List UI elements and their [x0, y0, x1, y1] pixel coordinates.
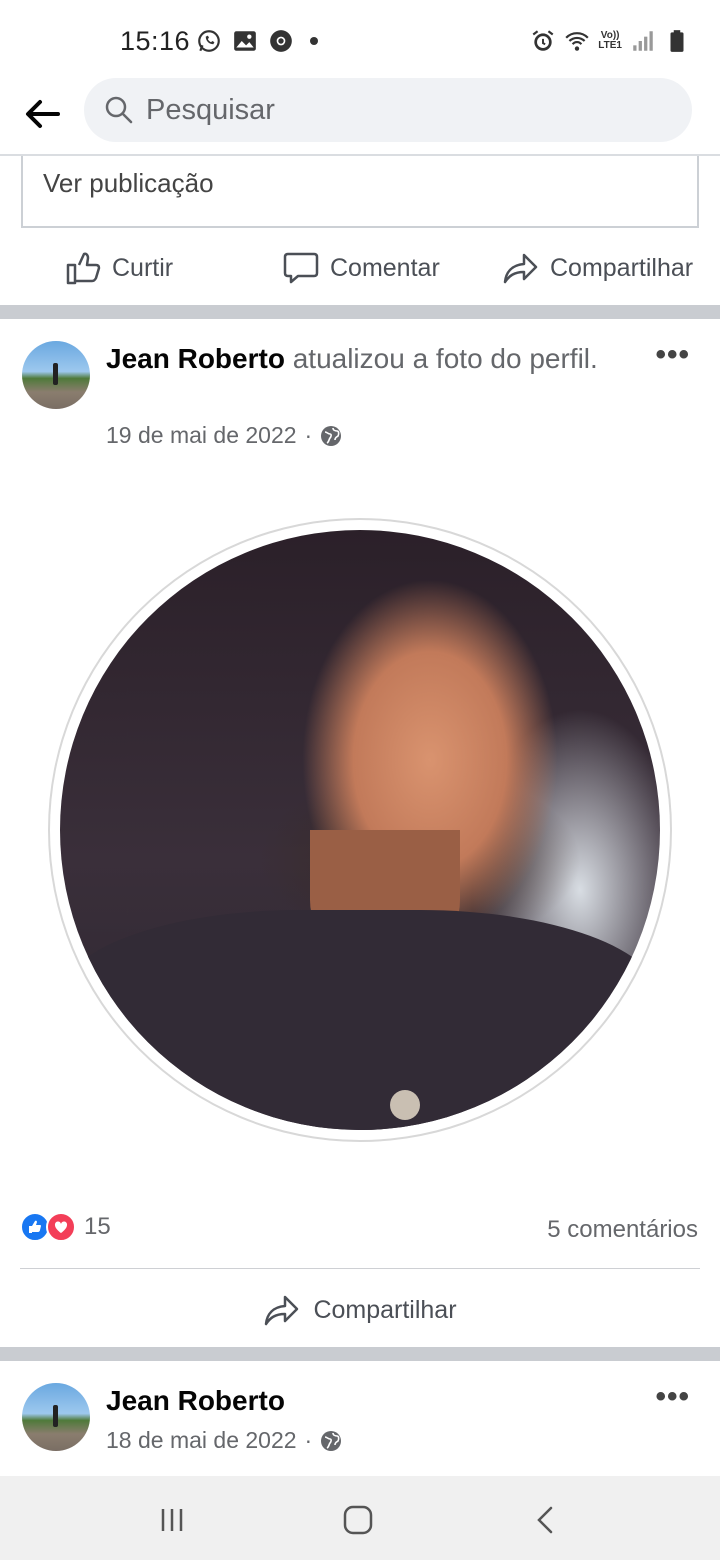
- search-placeholder: Pesquisar: [146, 93, 275, 126]
- back-button[interactable]: [18, 90, 66, 138]
- globe-icon: [321, 1430, 342, 1451]
- alarm-icon: [532, 30, 554, 51]
- battery-icon: [670, 30, 684, 52]
- feed-separator: [0, 305, 720, 319]
- view-post-label: Ver publicação: [43, 168, 214, 198]
- post-date[interactable]: 19 de mai de 2022: [106, 422, 297, 449]
- view-post-link[interactable]: Ver publicação: [21, 156, 699, 228]
- love-reaction-icon: [46, 1212, 76, 1242]
- post-action-bar: Curtir Comentar Compartilhar: [0, 236, 720, 300]
- post-header-text: Jean Roberto: [106, 1382, 626, 1420]
- post-meta: 19 de mai de 2022 ·: [106, 422, 342, 449]
- like-button[interactable]: Curtir: [64, 236, 173, 300]
- avatar[interactable]: [22, 341, 90, 409]
- search-input[interactable]: Pesquisar: [84, 78, 692, 142]
- comment-label: Comentar: [330, 253, 440, 282]
- author-name[interactable]: Jean Roberto: [106, 343, 285, 374]
- back-nav-icon: [537, 1506, 553, 1534]
- post-action-text: atualizou a foto do perfil.: [292, 343, 598, 374]
- share-button[interactable]: Compartilhar: [502, 236, 693, 300]
- author-name[interactable]: Jean Roberto: [106, 1385, 285, 1416]
- reactions-summary[interactable]: 15: [20, 1212, 111, 1242]
- search-header: Pesquisar: [0, 78, 720, 156]
- meta-separator: ·: [304, 422, 313, 448]
- whatsapp-icon: [198, 30, 220, 52]
- comments-count[interactable]: 5 comentários: [547, 1216, 698, 1244]
- share-button[interactable]: Compartilhar: [0, 1280, 720, 1340]
- share-icon: [503, 253, 538, 284]
- recent-apps-icon: [161, 1509, 183, 1531]
- post-date[interactable]: 18 de mai de 2022: [106, 1427, 297, 1454]
- recent-apps-button[interactable]: [152, 1500, 192, 1540]
- search-icon: [105, 96, 133, 124]
- status-bar: 15:16 Vo)) LTE1: [0, 0, 720, 80]
- meta-separator: ·: [304, 1427, 313, 1453]
- more-options-button[interactable]: •••: [655, 1380, 690, 1414]
- back-arrow-icon: [26, 100, 60, 128]
- thumbs-up-icon: [66, 252, 101, 285]
- like-label: Curtir: [112, 253, 174, 282]
- chrome-icon: [270, 30, 292, 52]
- gallery-icon: [234, 31, 256, 51]
- home-button[interactable]: [338, 1500, 378, 1540]
- avatar[interactable]: [22, 1383, 90, 1451]
- post-meta: 18 de mai de 2022 ·: [106, 1427, 342, 1454]
- notification-dot: [310, 37, 318, 45]
- back-nav-button[interactable]: [526, 1500, 566, 1540]
- share-icon: [265, 1295, 299, 1326]
- more-options-button[interactable]: •••: [655, 338, 690, 372]
- feed-separator: [0, 1347, 720, 1361]
- volte-lte-icon: Vo)) LTE1: [598, 31, 622, 51]
- post-header-text: Jean Roberto atualizou a foto do perfil.: [106, 340, 626, 378]
- share-label: Compartilhar: [550, 253, 694, 282]
- comment-icon: [283, 252, 319, 284]
- wifi-icon: [565, 32, 589, 51]
- lte-label: LTE1: [598, 40, 622, 51]
- profile-photo[interactable]: [60, 530, 660, 1130]
- share-label: Compartilhar: [313, 1295, 457, 1324]
- home-icon: [343, 1505, 373, 1535]
- status-time: 15:16: [120, 26, 191, 56]
- signal-icon: [633, 31, 653, 51]
- system-nav-bar: [0, 1476, 720, 1560]
- globe-icon: [321, 425, 342, 446]
- reaction-count: 15: [84, 1213, 111, 1240]
- post-divider: [20, 1268, 700, 1269]
- comment-button[interactable]: Comentar: [282, 236, 440, 300]
